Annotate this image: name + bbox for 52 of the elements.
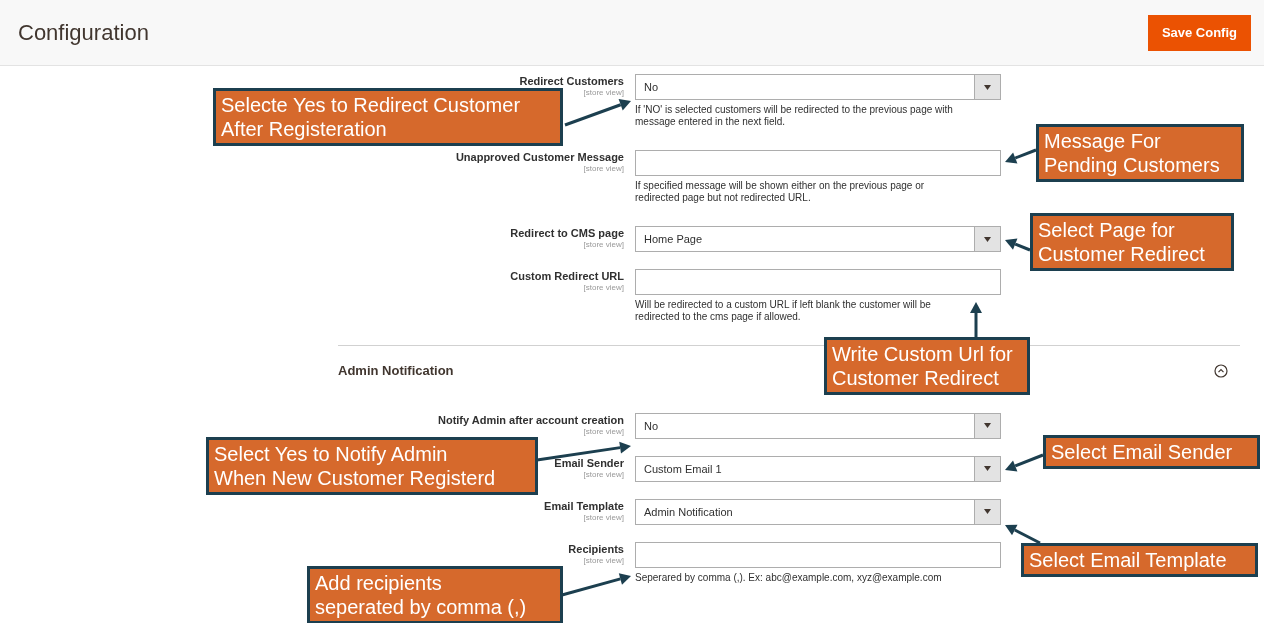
arrow (1005, 238, 1031, 252)
callout-box: Select Page for Customer Redirect (1030, 213, 1234, 271)
field-label: Custom Redirect URL (510, 270, 624, 283)
scope-label: [store view] (583, 469, 624, 480)
scope-label: [store view] (583, 555, 624, 566)
field-note: If specified message will be shown either on the previous page or redirected page but not redirected URL. (635, 180, 926, 204)
select-field[interactable]: No (635, 74, 1001, 100)
field-note: Will be redirected to a custom URL if left blank the customer will be redirected to the cms page if allowed. (635, 299, 932, 323)
select-field[interactable]: No (635, 412, 1001, 439)
field-note: If 'NO' is selected customers will be redirected to the previous page with message entered in the next field. (635, 104, 954, 128)
field-label: Notify Admin after account creation (438, 413, 624, 427)
scope-label: [store view] (583, 283, 624, 293)
dropdown-arrow-icon (984, 236, 991, 242)
scope-label: [store view] (583, 512, 624, 523)
arrow (1005, 148, 1037, 164)
arrow (970, 302, 982, 337)
scope-label: [store view] (583, 88, 624, 98)
dropdown-arrow-icon (984, 84, 991, 90)
callout-box: Add recipients seperated by comma (,) (307, 566, 563, 623)
arrow (561, 573, 631, 597)
dropdown-arrow-icon (984, 466, 991, 471)
select-field[interactable]: Custom Email 1 (635, 455, 1001, 482)
callout-box: Select Email Sender (1043, 435, 1260, 469)
field-label: Email Template (544, 499, 624, 513)
arrow (564, 99, 631, 127)
scope-label: [store view] (583, 426, 624, 437)
select-field[interactable]: Home Page (635, 226, 1001, 252)
save-config-button[interactable]: Save Config (1147, 14, 1251, 51)
scope-label: [store view] (583, 240, 624, 250)
callout-box: Selecte Yes to Redirect Customer After Registeration (213, 88, 563, 146)
callout-box: Write Custom Url for Customer Redirect (824, 337, 1030, 395)
callout-box: Select Yes to Notify Admin When New Customer Registerd (206, 437, 538, 495)
scope-label: [store view] (583, 164, 624, 174)
field-label: Recipients (568, 542, 624, 556)
arrow (1005, 524, 1041, 545)
input-field[interactable] (635, 541, 1001, 568)
field-label: Redirect Customers (519, 75, 624, 88)
field-note: Seperared by comma (,). Ex: abc@example.com, xyz@example.com (635, 571, 943, 584)
collapse-toggle-icon[interactable] (1214, 363, 1228, 378)
callout-box: Message For Pending Customers (1036, 124, 1244, 182)
input-field[interactable] (635, 150, 1001, 176)
section-title: Admin Notification (338, 362, 454, 380)
input-field[interactable] (635, 269, 1001, 295)
field-label: Unapproved Customer Message (455, 151, 624, 164)
page-title: Configuration (18, 19, 149, 47)
callout-box: Select Email Template (1021, 543, 1258, 577)
dropdown-arrow-icon (984, 423, 991, 428)
dropdown-arrow-icon (984, 509, 991, 514)
field-label: Email Sender (554, 456, 624, 470)
arrow (1005, 453, 1044, 472)
field-label: Redirect to CMS page (510, 227, 624, 240)
select-field[interactable]: Admin Notification (635, 498, 1001, 525)
